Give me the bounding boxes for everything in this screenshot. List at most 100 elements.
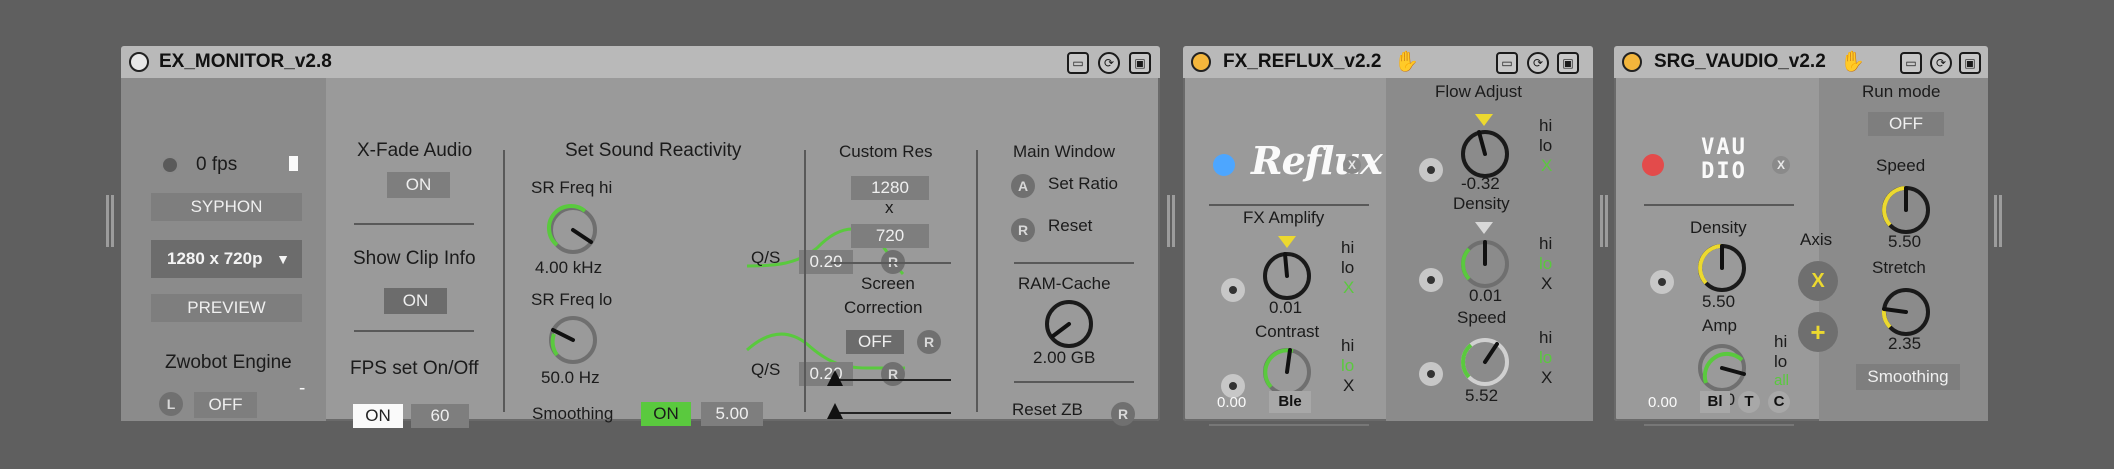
window-icon[interactable]: ▭ (1496, 52, 1518, 74)
res-width-field[interactable]: 1280 (851, 176, 929, 200)
zwobot-toggle[interactable]: OFF (194, 392, 257, 418)
fps-led (163, 158, 177, 172)
logo-close-button[interactable]: X (1772, 156, 1790, 174)
divider (503, 150, 505, 412)
lo-label: lo (1539, 254, 1553, 273)
device-grip-monitor-reflux[interactable] (1167, 195, 1175, 247)
fps-set-toggle[interactable]: ON (353, 404, 403, 428)
x-select[interactable]: X (1541, 274, 1552, 294)
title-bar[interactable]: FX_REFLUX_v2.2 ✋ ▭ ⟳ ▣ (1183, 46, 1593, 78)
divider (1014, 262, 1134, 264)
reflux-led[interactable] (1213, 154, 1235, 176)
power-toggle[interactable] (1622, 52, 1642, 72)
xfade-toggle[interactable]: ON (387, 172, 450, 198)
syphon-button[interactable]: SYPHON (151, 193, 302, 221)
divider (1209, 204, 1369, 206)
refresh-icon[interactable]: ⟳ (1930, 52, 1952, 74)
preview-button[interactable]: PREVIEW (151, 294, 302, 322)
flow-mod-dot[interactable] (1419, 158, 1443, 182)
fx-amplify-knob[interactable] (1259, 248, 1315, 304)
title-bar[interactable]: SRG_VAUDIO_v2.2 ✋ ▭ ⟳ ▣ (1614, 46, 1988, 78)
screen-corr-reset-button[interactable]: R (917, 330, 941, 354)
zwobot-label: Zwobot Engine (165, 352, 292, 373)
fps-set-value[interactable]: 60 (411, 404, 469, 428)
fps-readout: 0 fps (196, 154, 238, 175)
device-grip-reflux-vaudio[interactable] (1600, 195, 1608, 247)
smoothing-label: Smoothing (532, 404, 614, 423)
res-height-field[interactable]: 720 (851, 224, 929, 248)
slider-handle-icon[interactable] (827, 370, 843, 386)
speed-knob[interactable] (1457, 334, 1513, 390)
logo-close-button[interactable]: X (1343, 156, 1361, 174)
clipinfo-toggle[interactable]: ON (384, 288, 447, 314)
x-select[interactable]: X (1343, 278, 1354, 298)
density-mod-dot[interactable] (1419, 268, 1443, 292)
density-value: 0.01 (1469, 286, 1503, 305)
window-icon[interactable]: ▭ (1900, 52, 1922, 74)
zwobot-l-button[interactable]: L (159, 392, 183, 416)
divider (976, 150, 978, 412)
reset-zb-button[interactable]: R (1111, 402, 1135, 426)
qs-lo-reset-button[interactable]: R (881, 362, 905, 386)
window-icon[interactable]: ▭ (1067, 52, 1089, 74)
amp-knob[interactable] (1694, 340, 1750, 396)
smoothing-value[interactable]: 5.00 (701, 402, 763, 426)
slider-track[interactable] (831, 379, 951, 381)
refresh-icon[interactable]: ⟳ (1098, 52, 1120, 74)
screen-corr-label-1: Screen (861, 274, 915, 293)
refresh-icon[interactable]: ⟳ (1527, 52, 1549, 74)
power-toggle[interactable] (1191, 52, 1211, 72)
vaudio-led[interactable] (1642, 154, 1664, 176)
sr-hi-label: SR Freq hi (531, 178, 613, 197)
ble-button[interactable]: Ble (1269, 391, 1311, 413)
screen-corr-toggle[interactable]: OFF (846, 330, 904, 354)
sr-hi-knob[interactable] (545, 202, 601, 258)
t-button[interactable]: T (1738, 391, 1760, 413)
sr-lo-knob[interactable] (545, 312, 601, 368)
stretch-knob[interactable] (1878, 284, 1934, 340)
divider (354, 223, 474, 225)
save-icon[interactable]: ▣ (1959, 52, 1981, 74)
save-icon[interactable]: ▣ (1557, 52, 1579, 74)
fx-amplify-mod-dot[interactable] (1221, 278, 1245, 302)
density-knob[interactable] (1457, 236, 1513, 292)
hi-label: hi (1539, 328, 1553, 347)
x-select[interactable]: X (1541, 156, 1552, 176)
sr-hi-value: 4.00 kHz (535, 258, 603, 277)
density-knob[interactable] (1694, 240, 1750, 296)
run-mode-toggle[interactable]: OFF (1868, 112, 1944, 136)
minus-button[interactable]: - (299, 378, 305, 400)
save-icon[interactable]: ▣ (1129, 52, 1151, 74)
custom-res-label: Custom Res (839, 142, 933, 161)
resolution-select[interactable]: 1280 x 720p ▼ (151, 240, 302, 278)
reset-label: Reset (1048, 216, 1093, 235)
device-grip-left[interactable] (106, 195, 114, 247)
axis-plus-button[interactable]: + (1798, 312, 1838, 352)
ram-cache-knob[interactable] (1041, 296, 1097, 352)
title-bar[interactable]: EX_MONITOR_v2.8 ▭ ⟳ ▣ (121, 46, 1160, 78)
slider-track[interactable] (831, 412, 951, 414)
axis-x-button[interactable]: X (1798, 261, 1838, 301)
slider-handle-icon[interactable] (827, 403, 843, 419)
speed-knob[interactable] (1878, 182, 1934, 238)
set-ratio-button[interactable]: A (1011, 174, 1035, 198)
lo-label: lo (1539, 348, 1553, 367)
c-button[interactable]: C (1768, 391, 1790, 413)
reset-button[interactable]: R (1011, 218, 1035, 242)
fps-set-label: FPS set On/Off (350, 358, 479, 379)
bl-button[interactable]: Bl (1700, 391, 1730, 413)
device-grip-right[interactable] (1994, 195, 2002, 247)
all-select[interactable]: all (1774, 372, 1789, 389)
density-mod-dot[interactable] (1650, 270, 1674, 294)
x-select[interactable]: X (1343, 376, 1354, 396)
qs-lo-value[interactable]: 0.20 (799, 362, 853, 386)
power-toggle[interactable] (129, 52, 149, 72)
smoothing-toggle[interactable]: ON (641, 402, 691, 426)
speed-mod-dot[interactable] (1419, 362, 1443, 386)
divider (804, 150, 806, 412)
logo-line-1: VAU (1701, 135, 1747, 160)
logo-line-2: DIO (1701, 159, 1747, 184)
x-select[interactable]: X (1541, 368, 1552, 388)
hand-icon: ✋ (1840, 51, 1865, 73)
smoothing-button[interactable]: Smoothing (1856, 364, 1960, 390)
